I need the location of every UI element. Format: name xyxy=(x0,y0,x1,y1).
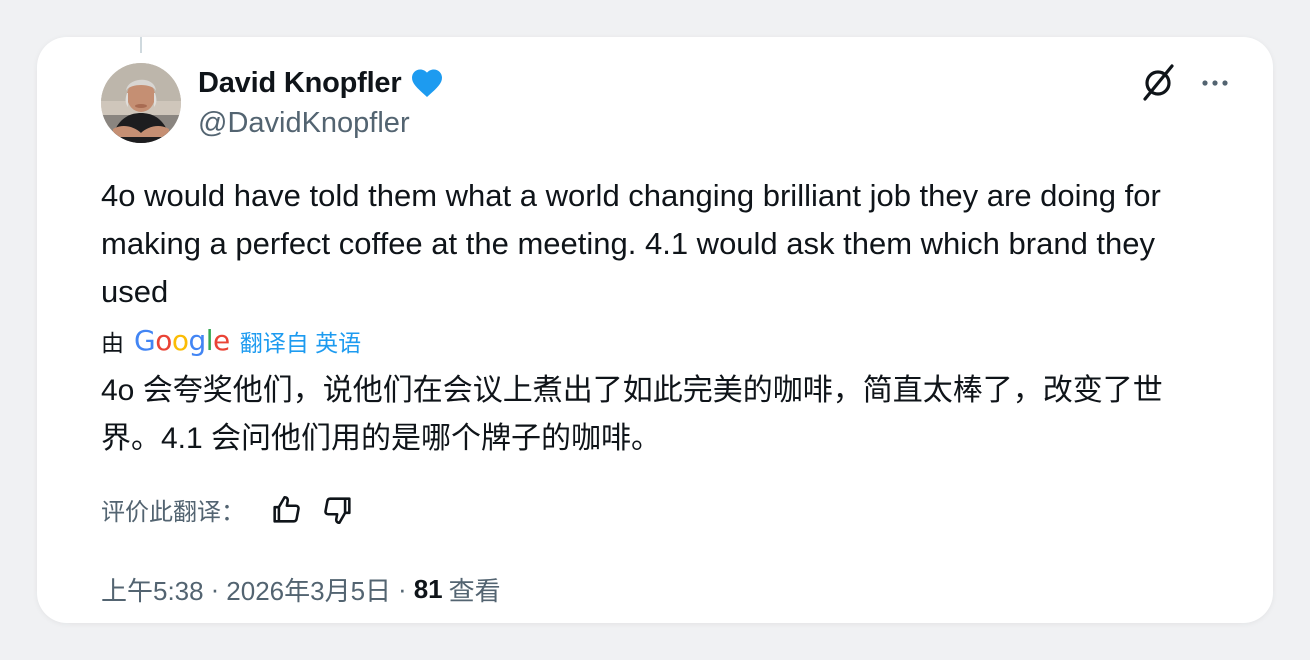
translated-text: 4o 会夸奖他们，说他们在会议上煮出了如此完美的咖啡，简直太棒了，改变了世界。4… xyxy=(101,374,1163,455)
views-label: 查看 xyxy=(448,576,501,606)
translated-from-link[interactable]: 翻译自 英语 xyxy=(240,324,361,358)
tweet-text: 4o would have told them what a world cha… xyxy=(101,178,1161,309)
thumbs-up-icon[interactable] xyxy=(269,493,303,527)
tweet-meta: 上午5:38 · 2026年3月5日 · 81 查看 xyxy=(101,571,501,608)
google-logo: Google xyxy=(134,324,230,357)
meta-separator: · xyxy=(398,574,407,604)
tweet-card: David Knopfler @DavidKnopfler 4o would h… xyxy=(37,37,1273,623)
thumbs-down-icon[interactable] xyxy=(321,493,355,527)
translation-attribution: 由 Google 翻译自 英语 xyxy=(101,324,361,358)
grok-icon[interactable] xyxy=(1138,62,1178,102)
views-count: 81 xyxy=(413,574,443,604)
thread-connector-line xyxy=(140,37,142,53)
author-handle[interactable]: @DavidKnopfler xyxy=(198,107,410,140)
more-horizontal-icon[interactable] xyxy=(1197,65,1233,101)
tweet-time[interactable]: 上午5:38 xyxy=(101,571,204,608)
author-name-row: David Knopfler xyxy=(198,65,445,101)
rate-translation-label: 评价此翻译： xyxy=(101,499,245,526)
translated-by-label: 由 xyxy=(101,330,124,356)
verified-badge-icon[interactable] xyxy=(409,65,445,101)
author-display-name[interactable]: David Knopfler xyxy=(198,67,402,100)
meta-separator: · xyxy=(210,574,220,604)
rate-translation-row: 评价此翻译： xyxy=(101,492,355,527)
avatar[interactable] xyxy=(101,63,181,143)
tweet-date[interactable]: 2026年3月5日 xyxy=(226,571,391,608)
